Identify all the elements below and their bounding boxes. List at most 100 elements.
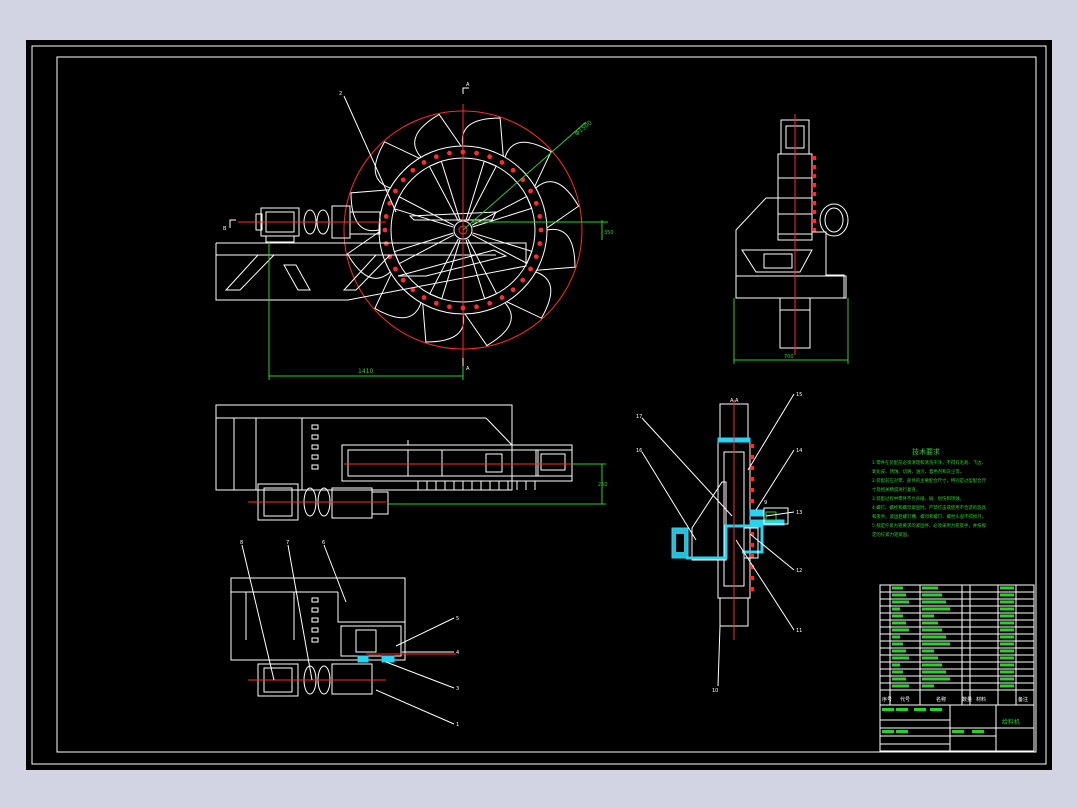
tooth bbox=[812, 165, 816, 169]
chute-slot-1 bbox=[224, 254, 276, 291]
tech-line-2: 氧化皮、锈蚀、切屑、油污、着色剂和灰尘等。 bbox=[872, 468, 964, 475]
title-cell bbox=[882, 730, 894, 733]
bolt-hole bbox=[474, 150, 479, 156]
dim-1410-text: 1410 bbox=[358, 368, 373, 375]
spoke bbox=[465, 238, 498, 300]
lower-balloon-1: 1 bbox=[456, 722, 459, 728]
tooth bbox=[812, 201, 816, 205]
section-balloon-14: 14 bbox=[796, 448, 802, 454]
tech-line-9: 定的拧紧力矩紧固。 bbox=[872, 531, 912, 538]
plan-box-inner bbox=[347, 449, 539, 477]
section-tooth bbox=[750, 455, 754, 459]
section-mark-bottom-text: A bbox=[466, 366, 470, 372]
bom-header-4: 数量 bbox=[962, 696, 972, 703]
tooth bbox=[812, 183, 816, 187]
bom-code bbox=[892, 649, 906, 653]
lower-leaders bbox=[241, 544, 455, 725]
bom-material bbox=[1000, 600, 1014, 604]
lower-bolt bbox=[311, 637, 319, 643]
bom-material bbox=[1000, 670, 1014, 674]
bucket bbox=[506, 271, 552, 319]
chute-body bbox=[215, 242, 527, 301]
bolt-hole bbox=[487, 154, 493, 160]
bucket bbox=[422, 303, 465, 343]
tooth bbox=[812, 228, 816, 232]
lower-box-inner bbox=[355, 629, 377, 653]
side-frame bbox=[735, 197, 845, 299]
bom-code bbox=[892, 663, 900, 667]
section-mark-top-text: A bbox=[466, 82, 470, 88]
dim-radius-text: Φ1500 bbox=[574, 119, 594, 137]
section-tooth bbox=[750, 587, 754, 591]
bom-material bbox=[1000, 607, 1014, 611]
bucket bbox=[461, 117, 504, 157]
bom-material bbox=[1000, 586, 1014, 590]
side-teeth bbox=[812, 156, 816, 232]
bom-code bbox=[892, 635, 900, 639]
bolt-hole bbox=[528, 188, 533, 194]
title-block: 给料机 bbox=[879, 704, 1035, 752]
bom-code bbox=[892, 593, 906, 597]
bom-name bbox=[922, 607, 950, 611]
bom-code bbox=[892, 677, 906, 681]
lower-slope bbox=[337, 592, 405, 623]
bucket bbox=[536, 228, 576, 271]
bom-code bbox=[892, 670, 903, 674]
spoke bbox=[393, 196, 455, 228]
outer-frame bbox=[31, 45, 1047, 765]
lower-balloon-3: 3 bbox=[456, 686, 459, 692]
cad-viewport[interactable]: 1410 Φ1500 350 A A B 2 700 260 8 7 6 5 4… bbox=[26, 40, 1052, 770]
bolt-hole bbox=[383, 214, 389, 219]
bolt-hole bbox=[410, 167, 416, 173]
plan-reducer-2 bbox=[371, 491, 389, 515]
parts-list: 序号 代号 名称 数量 材料 备注 bbox=[879, 584, 1035, 706]
bom-code bbox=[892, 600, 909, 604]
bom-name bbox=[922, 677, 950, 681]
bolt-hole bbox=[421, 160, 427, 165]
section-top-label: A-A bbox=[730, 398, 739, 404]
lower-plan-view: 8 7 6 5 4 3 1 bbox=[230, 540, 459, 728]
section-cyan-block-left-inner bbox=[676, 534, 684, 552]
bom-name bbox=[922, 635, 946, 639]
bolt-hole bbox=[537, 214, 543, 219]
bom-name bbox=[922, 663, 942, 667]
title-block-drawing-name: 给料机 bbox=[1002, 718, 1020, 726]
parts-list-rows bbox=[880, 586, 1034, 691]
side-motor-inner bbox=[824, 207, 844, 233]
lower-balloon-6: 6 bbox=[322, 540, 325, 546]
bucket bbox=[350, 189, 390, 232]
side-base bbox=[735, 275, 847, 299]
lower-bolt bbox=[311, 617, 319, 623]
section-balloon-13: 13 bbox=[796, 510, 802, 516]
title-cell bbox=[914, 708, 926, 711]
bolt-hole bbox=[510, 287, 516, 293]
bom-name bbox=[922, 649, 934, 653]
bom-material bbox=[1000, 656, 1014, 660]
bom-material bbox=[1000, 614, 1014, 618]
bolt-hole bbox=[510, 167, 516, 173]
cad-drawing: 1410 Φ1500 350 A A B 2 700 260 8 7 6 5 4… bbox=[31, 45, 1047, 765]
bom-header-2: 代号 bbox=[900, 696, 910, 703]
section-cyan-right bbox=[749, 509, 765, 517]
section-tooth bbox=[750, 477, 754, 481]
section-tooth bbox=[750, 488, 754, 492]
title-cell bbox=[930, 708, 942, 711]
bom-name bbox=[922, 614, 934, 618]
bom-header-5: 材料 bbox=[976, 696, 986, 703]
bolt-hole bbox=[528, 266, 533, 272]
bolt-hole bbox=[487, 300, 493, 306]
section-tooth bbox=[750, 499, 754, 503]
bom-name bbox=[922, 600, 946, 604]
bolt-hole bbox=[537, 241, 543, 246]
section-tooth bbox=[750, 576, 754, 580]
bolt-hole bbox=[393, 266, 398, 272]
title-cell bbox=[896, 708, 908, 711]
tooth bbox=[812, 156, 816, 160]
bom-header-3: 名称 bbox=[936, 696, 946, 703]
plan-bolt bbox=[311, 464, 319, 470]
plan-bolt bbox=[311, 444, 319, 450]
section-tooth bbox=[750, 554, 754, 558]
bolt-hole bbox=[393, 188, 398, 194]
title-cell bbox=[896, 730, 908, 733]
bom-code bbox=[892, 642, 903, 646]
